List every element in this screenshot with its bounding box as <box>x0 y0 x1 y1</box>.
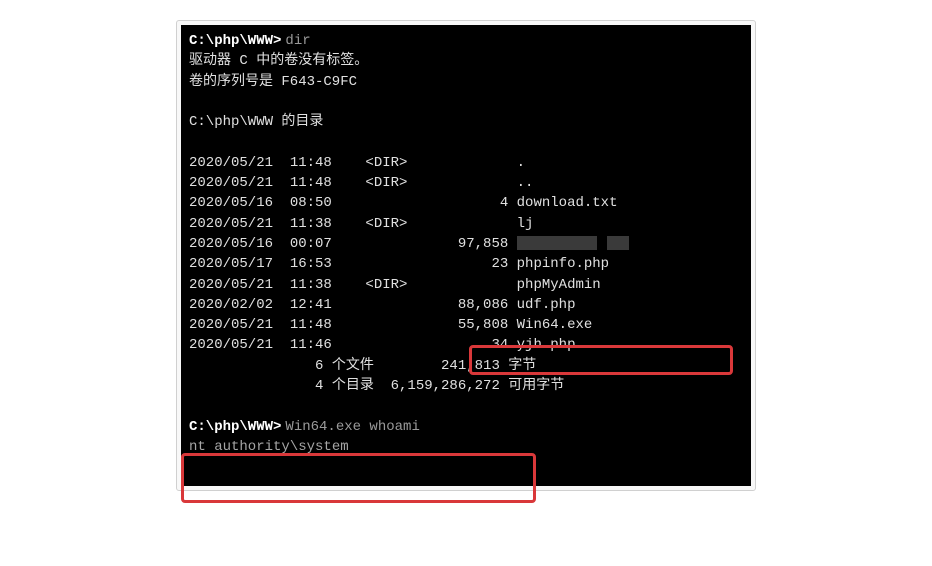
volume-label-line: 驱动器 C 中的卷没有标签。 <box>189 51 743 71</box>
entry-name: Win64.exe <box>517 317 593 333</box>
entry-name: phpMyAdmin <box>517 277 601 293</box>
terminal-window[interactable]: C:\php\WWW> dir 驱动器 C 中的卷没有标签。 卷的序列号是 F6… <box>181 25 751 486</box>
blank-line <box>189 92 743 112</box>
entry-name: yjh.php <box>517 337 576 353</box>
entry-name: phpinfo.php <box>517 256 609 272</box>
command-1: dir <box>285 31 310 51</box>
redacted-block <box>517 236 597 250</box>
entry-name: . <box>517 155 525 171</box>
dir-listing: 2020/05/21 11:48 <DIR> .2020/05/21 11:48… <box>189 153 743 356</box>
terminal-wrapper: C:\php\WWW> dir 驱动器 C 中的卷没有标签。 卷的序列号是 F6… <box>176 20 756 491</box>
entry-name: udf.php <box>517 297 576 313</box>
dir-entry: 2020/05/21 11:48 55,808 Win64.exe <box>189 315 743 335</box>
blank-line <box>189 457 743 477</box>
prompt-line-2: C:\php\WWW> Win64.exe whoami <box>189 417 743 437</box>
summary-dirs: 4 个目录 6,159,286,272 可用字节 <box>189 376 743 396</box>
whoami-result: nt authority\system <box>189 437 743 457</box>
dir-entry: 2020/05/21 11:38 <DIR> phpMyAdmin <box>189 275 743 295</box>
redacted-block <box>607 236 629 250</box>
dir-entry: 2020/05/16 00:07 97,858 <box>189 234 743 254</box>
dir-entry: 2020/05/16 08:50 4 download.txt <box>189 193 743 213</box>
blank-line <box>189 132 743 152</box>
blank-line <box>189 396 743 416</box>
summary-files: 6 个文件 241,813 字节 <box>189 356 743 376</box>
prompt-line-1: C:\php\WWW> dir <box>189 31 743 51</box>
entry-name: download.txt <box>517 195 618 211</box>
entry-name: lj <box>517 216 534 232</box>
entry-name: .. <box>517 175 534 191</box>
dir-entry: 2020/05/21 11:46 34 yjh.php <box>189 335 743 355</box>
dir-entry: 2020/05/21 11:38 <DIR> lj <box>189 214 743 234</box>
dir-entry: 2020/05/21 11:48 <DIR> .. <box>189 173 743 193</box>
directory-of-line: C:\php\WWW 的目录 <box>189 112 743 132</box>
volume-serial-line: 卷的序列号是 F643-C9FC <box>189 72 743 92</box>
command-2: Win64.exe whoami <box>285 417 419 437</box>
prompt-path-1: C:\php\WWW> <box>189 31 281 51</box>
dir-entry: 2020/05/21 11:48 <DIR> . <box>189 153 743 173</box>
dir-entry: 2020/02/02 12:41 88,086 udf.php <box>189 295 743 315</box>
prompt-path-2: C:\php\WWW> <box>189 417 281 437</box>
dir-entry: 2020/05/17 16:53 23 phpinfo.php <box>189 254 743 274</box>
